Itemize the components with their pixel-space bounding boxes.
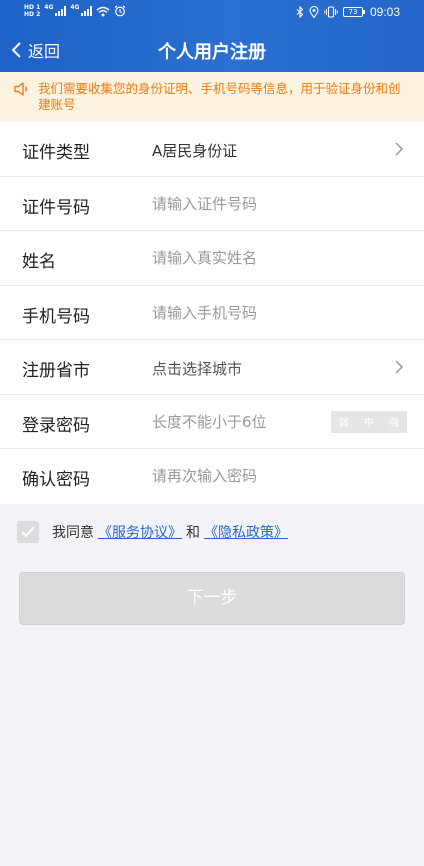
- registration-form: 证件类型 A居民身份证 证件号码 姓名 手机号码 注册省市 点击选择城市 登录密…: [0, 122, 424, 504]
- vibrate-icon: [324, 6, 338, 18]
- alarm-icon: [115, 5, 126, 17]
- chevron-right-icon: [395, 142, 404, 156]
- name-input[interactable]: [152, 249, 382, 267]
- password-row: 登录密码 弱 中 强: [0, 395, 424, 449]
- phone-input[interactable]: [152, 303, 382, 322]
- agree-checkbox[interactable]: [17, 521, 39, 543]
- confirm-password-label: 确认密码: [22, 470, 90, 490]
- status-left: HD 1 HD 2 4G 4G: [24, 4, 126, 18]
- id-type-value: A居民身份证: [152, 142, 238, 160]
- checkmark-icon: [21, 526, 35, 538]
- confirm-password-input[interactable]: [152, 467, 382, 485]
- wifi-icon: [97, 6, 110, 16]
- clock: 09:03: [369, 5, 400, 19]
- agreement-row: 我同意 《服务协议》 和 《隐私政策》: [17, 521, 288, 543]
- strength-medium: 中: [363, 418, 374, 429]
- password-strength-meter: 弱 中 强: [331, 410, 407, 433]
- signal-1-icon: [55, 6, 67, 16]
- region-row[interactable]: 注册省市 点击选择城市: [0, 340, 424, 395]
- notice-text: 我们需要收集您的身份证明、手机号码等信息，用于验证身份和创建账号: [38, 81, 401, 112]
- network-type-1: 4G: [44, 4, 54, 11]
- privacy-policy-link[interactable]: 《隐私政策》: [204, 522, 288, 542]
- location-icon: [309, 6, 319, 18]
- strength-strong: 强: [389, 418, 400, 429]
- strength-weak: 弱: [338, 418, 349, 429]
- name-label: 姓名: [22, 252, 56, 272]
- status-right: 73 09:03: [296, 5, 400, 19]
- page-title: 个人用户注册: [158, 42, 266, 63]
- sim1-badge: HD 1: [24, 4, 41, 11]
- password-input[interactable]: [152, 412, 322, 431]
- region-label: 注册省市: [22, 361, 90, 381]
- phone-row: 手机号码: [0, 286, 424, 340]
- speaker-icon: [14, 82, 27, 96]
- id-type-label: 证件类型: [22, 143, 90, 163]
- next-button[interactable]: 下一步: [19, 572, 405, 625]
- agree-and: 和: [186, 525, 200, 541]
- signal-2-icon: [81, 6, 93, 16]
- battery-icon: 73: [342, 7, 365, 17]
- name-row: 姓名: [0, 231, 424, 286]
- phone-label: 手机号码: [22, 306, 90, 327]
- region-value: 点击选择城市: [152, 360, 243, 378]
- battery-level: 73: [342, 7, 363, 17]
- service-agreement-link[interactable]: 《服务协议》: [98, 522, 182, 542]
- chevron-right-icon: [395, 360, 404, 374]
- id-number-row: 证件号码: [0, 177, 424, 231]
- network-type-2: 4G: [70, 4, 80, 11]
- password-label: 登录密码: [22, 415, 90, 436]
- bluetooth-icon: [296, 6, 304, 18]
- id-number-label: 证件号码: [22, 197, 90, 218]
- privacy-notice: 我们需要收集您的身份证明、手机号码等信息，用于验证身份和创建账号: [0, 72, 424, 120]
- agree-prefix: 我同意: [52, 525, 94, 541]
- sim-badges: HD 1 HD 2: [24, 4, 40, 18]
- confirm-password-row: 确认密码: [0, 449, 424, 504]
- id-number-input[interactable]: [152, 194, 382, 213]
- sim2-badge: HD 2: [24, 11, 41, 18]
- nav-bar: 返回 个人用户注册: [0, 26, 424, 72]
- id-type-row[interactable]: 证件类型 A居民身份证: [0, 122, 424, 177]
- status-bar: HD 1 HD 2 4G 4G 73 09:03: [0, 0, 424, 26]
